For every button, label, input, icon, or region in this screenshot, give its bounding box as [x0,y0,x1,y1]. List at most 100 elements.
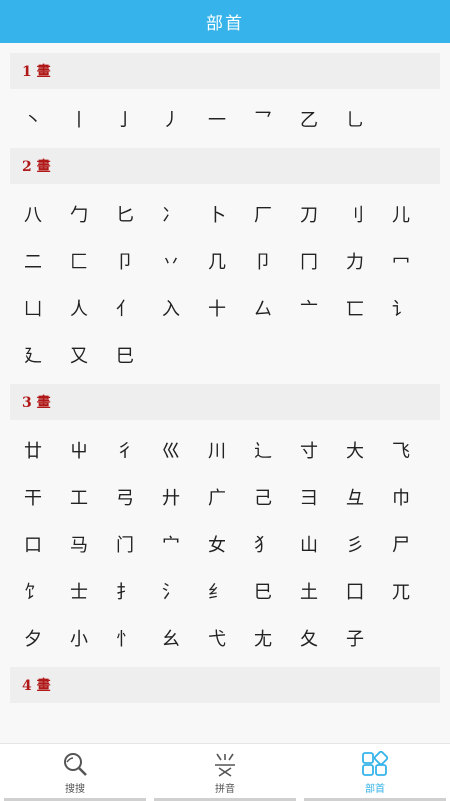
search-icon [64,752,87,776]
radical-cell[interactable]: 囗 [336,567,382,614]
radical-cell[interactable]: 寸 [290,426,336,473]
radical-cell[interactable]: 亅 [106,95,152,142]
radical-cell[interactable]: 氵 [152,567,198,614]
radical-cell[interactable]: 力 [336,237,382,284]
radical-cell[interactable]: 廿 [14,426,60,473]
app-header: 部首 [0,0,450,43]
radical-cell[interactable]: 丷 [152,237,198,284]
radical-cell[interactable]: 丿 [152,95,198,142]
radical-cell[interactable]: 刀 [290,190,336,237]
radical-cell[interactable]: 儿 [382,190,428,237]
radical-cell[interactable]: 广 [198,473,244,520]
radical-cell[interactable]: 几 [198,237,244,284]
radical-cell[interactable]: 乛 [244,95,290,142]
radical-cell[interactable]: 巳 [244,567,290,614]
radical-cell[interactable]: 凵 [14,284,60,331]
radical-cell[interactable]: 讠 [382,284,428,331]
radical-cell[interactable]: 子 [336,614,382,661]
radical-cell[interactable]: 辶 [244,426,290,473]
tab-pinyin[interactable]: 拼音 [150,744,300,801]
radical-cell[interactable]: 口 [14,520,60,567]
section-header: 3 畫 [10,384,440,420]
radical-cell[interactable]: 冫 [152,190,198,237]
radical-cell[interactable]: 屮 [60,426,106,473]
radical-cell[interactable]: 二 [14,237,60,284]
pinyin-icon [215,753,235,777]
radical-cell[interactable]: 宀 [152,520,198,567]
radical-cell[interactable]: 夂 [290,614,336,661]
radical-cell[interactable]: 匕 [106,190,152,237]
radical-grid-3: 廿 屮 彳 巛 川 辶 寸 大 飞 干 工 弓 廾 广 己 彐 彑 巾 口 马 … [0,420,450,667]
radical-cell[interactable]: 幺 [152,614,198,661]
radical-cell[interactable]: 又 [60,331,106,378]
radical-cell[interactable]: 己 [244,473,290,520]
radical-cell[interactable]: 尢 [244,614,290,661]
top-spacer [0,43,450,53]
radical-cell[interactable]: 工 [60,473,106,520]
radical-cell[interactable]: 纟 [198,567,244,614]
section-header: 2 畫 [10,148,440,184]
radical-cell[interactable]: 冖 [382,237,428,284]
radical-cell[interactable]: 八 [14,190,60,237]
radical-cell[interactable]: 彡 [336,520,382,567]
radical-cell[interactable]: 大 [336,426,382,473]
radical-cell[interactable]: 弓 [106,473,152,520]
radical-cell[interactable]: 亠 [290,284,336,331]
radical-cell[interactable]: 冂 [290,237,336,284]
radical-cell[interactable]: 犭 [244,520,290,567]
radical-cell[interactable]: 彑 [336,473,382,520]
radical-cell[interactable]: 小 [60,614,106,661]
radical-cell[interactable]: 夕 [14,614,60,661]
radical-cell[interactable]: 马 [60,520,106,567]
radical-cell[interactable]: 巳 [106,331,152,378]
radical-cell[interactable]: 勹 [60,190,106,237]
radical-cell[interactable]: 女 [198,520,244,567]
radical-cell[interactable]: 丨 [60,95,106,142]
radical-cell[interactable]: 卩 [244,237,290,284]
radical-cell[interactable]: 廴 [14,331,60,378]
radical-cell[interactable]: 亻 [106,284,152,331]
section-header: 1 畫 [10,53,440,89]
radical-cell[interactable]: 忄 [106,614,152,661]
tab-radicals[interactable]: 部首 [300,744,450,801]
radical-cell[interactable]: 刂 [336,190,382,237]
radical-cell[interactable]: 彳 [106,426,152,473]
radical-cell[interactable]: 扌 [106,567,152,614]
radical-cell[interactable]: 十 [198,284,244,331]
radical-cell[interactable]: 兀 [382,567,428,614]
radical-cell[interactable]: 饣 [14,567,60,614]
radical-cell[interactable]: 卜 [198,190,244,237]
radical-cell[interactable]: 土 [290,567,336,614]
radical-cell[interactable]: 乙 [290,95,336,142]
radical-list[interactable]: 1 畫 丶 丨 亅 丿 一 乛 乙 乚 2 畫 八 勹 匕 冫 卜 厂 刀 刂 … [0,43,450,743]
radical-grid-icon [362,750,389,776]
radical-grid-1: 丶 丨 亅 丿 一 乛 乙 乚 [0,89,450,148]
radical-cell[interactable]: 廾 [152,473,198,520]
radical-cell[interactable]: 门 [106,520,152,567]
radical-cell[interactable]: 弋 [198,614,244,661]
tab-search[interactable]: 搜搜 [0,744,150,801]
radical-cell[interactable]: 士 [60,567,106,614]
radical-cell[interactable]: 人 [60,284,106,331]
radical-cell[interactable]: 干 [14,473,60,520]
radical-cell[interactable]: 入 [152,284,198,331]
radical-cell[interactable]: 彐 [290,473,336,520]
radical-cell[interactable]: 厶 [244,284,290,331]
radical-cell[interactable]: 匚 [60,237,106,284]
radical-cell[interactable]: 匸 [336,284,382,331]
radical-cell[interactable]: 飞 [382,426,428,473]
radical-cell[interactable]: 巛 [152,426,198,473]
radical-cell[interactable]: 尸 [382,520,428,567]
bottom-tab-bar: 搜搜 拼音 部首 [0,743,450,801]
radical-cell[interactable]: 乚 [336,95,382,142]
radical-cell[interactable]: 厂 [244,190,290,237]
tab-label: 搜搜 [65,783,85,795]
radical-cell[interactable]: 川 [198,426,244,473]
radical-cell[interactable]: 巾 [382,473,428,520]
radical-cell[interactable]: 卩 [106,237,152,284]
radical-cell[interactable]: 丶 [14,95,60,142]
radical-cell[interactable]: 一 [198,95,244,142]
tab-label: 拼音 [215,783,235,795]
radical-cell[interactable]: 山 [290,520,336,567]
tab-label: 部首 [365,783,385,795]
